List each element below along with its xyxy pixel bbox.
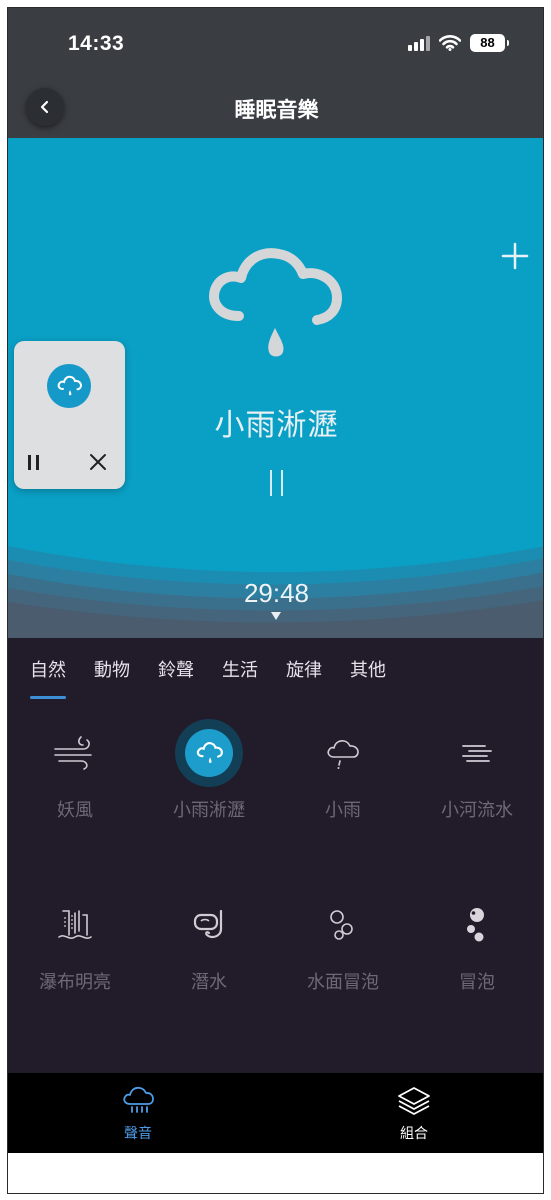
- nav-sounds[interactable]: 聲音: [78, 1085, 198, 1143]
- home-indicator-area: [8, 1153, 543, 1193]
- tab-other[interactable]: 其他: [350, 656, 386, 686]
- mini-pause-button[interactable]: [28, 453, 46, 471]
- battery-indicator: 88: [470, 34, 509, 52]
- wifi-icon: [439, 35, 461, 51]
- rain-cloud-icon: [57, 375, 83, 396]
- sound-item[interactable]: 冒泡: [410, 890, 543, 994]
- sound-label: 水面冒泡: [307, 972, 379, 993]
- sound-item[interactable]: 小河流水: [410, 718, 543, 822]
- close-icon[interactable]: [88, 452, 108, 472]
- rain-cloud-icon: [196, 742, 223, 763]
- sound-item[interactable]: 水面冒泡: [276, 890, 410, 994]
- sound-item[interactable]: 妖風: [8, 718, 142, 822]
- diving-mask-icon: [193, 909, 223, 939]
- status-indicators: 88: [408, 34, 509, 52]
- sound-label: 小雨淅瀝: [173, 800, 245, 821]
- nav-label: 聲音: [124, 1126, 152, 1142]
- mini-player[interactable]: [14, 341, 125, 489]
- sound-item[interactable]: 小雨: [276, 718, 410, 822]
- tab-nature[interactable]: 自然: [30, 656, 66, 699]
- sound-label: 妖風: [57, 800, 93, 821]
- app-frame: 14:33 88 睡眠音樂 小雨淅瀝 29:48 自然 動物 鈴聲 生活 旋律 …: [7, 7, 544, 1194]
- sound-label: 小雨: [325, 800, 361, 821]
- mini-player-sound-icon: [47, 364, 91, 408]
- selected-ring: [175, 719, 243, 787]
- layers-icon: [398, 1087, 430, 1115]
- sound-label: 潛水: [191, 972, 227, 993]
- sound-label: 瀑布明亮: [39, 972, 111, 993]
- status-time: 14:33: [68, 32, 125, 55]
- plus-icon: [501, 242, 529, 270]
- add-button[interactable]: [497, 238, 533, 274]
- sound-item[interactable]: 潛水: [142, 890, 276, 994]
- category-tabs: 自然 動物 鈴聲 生活 旋律 其他: [30, 656, 414, 699]
- page-title: 睡眠音樂: [234, 98, 319, 122]
- tab-melody[interactable]: 旋律: [286, 656, 322, 686]
- river-icon: [462, 745, 492, 762]
- sound-item-selected[interactable]: 小雨淅瀝: [142, 718, 276, 822]
- tab-bells[interactable]: 鈴聲: [158, 656, 194, 686]
- sleep-timer[interactable]: 29:48: [8, 578, 543, 609]
- bottom-navigation: 聲音 組合: [8, 1073, 543, 1153]
- nav-combos[interactable]: 組合: [354, 1085, 474, 1143]
- rain-cloud-icon: [209, 248, 342, 357]
- sound-label: 小河流水: [441, 800, 513, 821]
- signal-icon: [408, 35, 430, 51]
- light-rain-icon: [327, 740, 359, 769]
- sound-label: 冒泡: [459, 972, 495, 993]
- waterfall-icon: [58, 910, 92, 939]
- top-bar: 14:33 88 睡眠音樂: [8, 8, 543, 138]
- nav-label: 組合: [400, 1126, 428, 1142]
- bubbles-icon: [467, 908, 484, 942]
- surface-bubbles-icon: [330, 910, 353, 940]
- sound-browser: 自然 動物 鈴聲 生活 旋律 其他 妖風 小雨淅瀝 小雨 小河流水 瀑布明亮 潛…: [8, 638, 543, 1073]
- wind-icon: [54, 736, 92, 770]
- tab-animals[interactable]: 動物: [94, 656, 130, 686]
- rain-cloud-icon: [123, 1086, 154, 1113]
- caret-down-icon[interactable]: [271, 612, 281, 620]
- tab-life[interactable]: 生活: [222, 656, 258, 686]
- sound-item[interactable]: 瀑布明亮: [8, 890, 142, 994]
